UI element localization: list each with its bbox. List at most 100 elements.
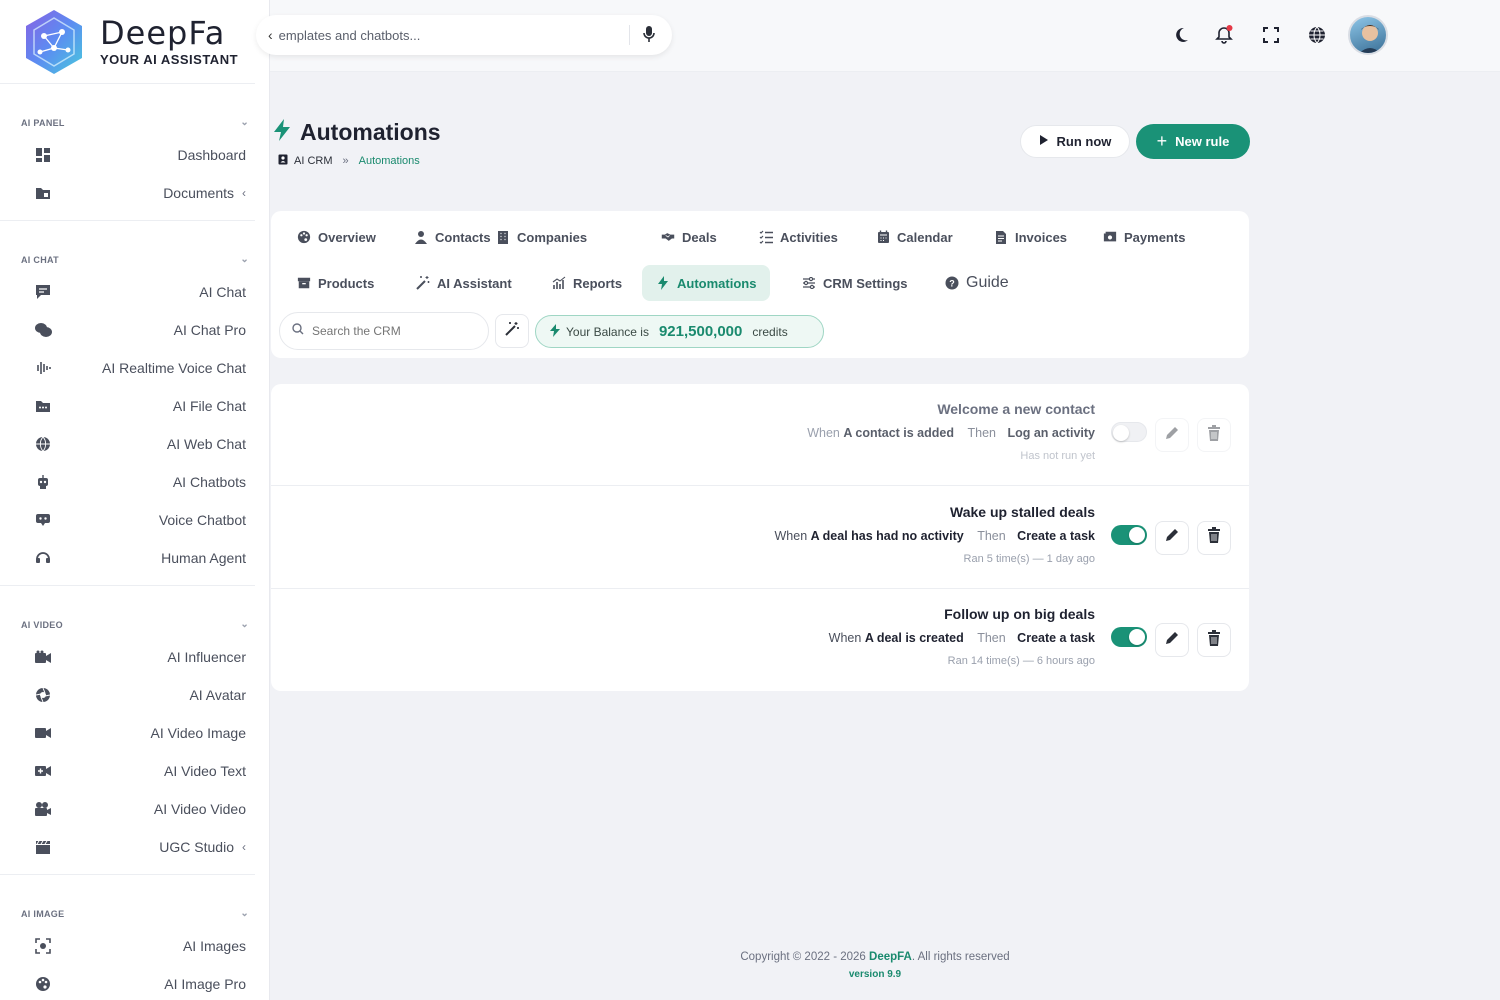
sidebar-section-header[interactable]: AI PANEL ⌄ [0,84,255,136]
sidebar-item-ai-chat-pro[interactable]: AI Chat Pro [0,311,255,349]
sidebar-item-ugc-studio[interactable]: UGC Studio ‹ [0,828,255,866]
trash-icon [1207,629,1221,651]
tab-overview[interactable]: Overview [283,219,390,255]
copyright-text: Copyright © 2022 - 2026 [740,951,866,963]
user-icon [414,230,428,244]
tab-companies[interactable]: Companies [482,219,601,255]
crm-search[interactable] [279,312,489,350]
invoice-icon [994,230,1008,244]
rule-enabled-toggle[interactable] [1111,422,1147,442]
sidebar-item-documents[interactable]: Documents ‹ [0,174,255,212]
edit-rule-button[interactable] [1155,418,1189,452]
new-rule-button[interactable]: + New rule [1136,124,1250,159]
sidebar-item-ai-video-video[interactable]: AI Video Video [0,790,255,828]
rule-action: Log an activity [1007,426,1095,440]
delete-rule-button[interactable] [1197,623,1231,657]
sidebar-item-ai-influencer[interactable]: AI Influencer [0,638,255,676]
sidebar-item-ai-video-text[interactable]: AI Video Text [0,752,255,790]
sidebar-item-ai-video-image[interactable]: AI Video Image [0,714,255,752]
rule-action: Create a task [1017,528,1095,543]
calendar-icon [876,230,890,244]
edit-rule-button[interactable] [1155,520,1189,555]
robot-icon [34,473,52,491]
edit-rule-button[interactable] [1155,623,1189,657]
crm-search-input[interactable] [312,324,472,338]
sidebar-item-ai-image-pro[interactable]: AI Image Pro [0,965,255,1000]
chart-icon [552,276,566,290]
tab-activities[interactable]: Activities [745,219,852,255]
sidebar-item-ai-chatbots[interactable]: AI Chatbots [0,463,255,501]
tab-crm-settings[interactable]: CRM Settings [788,265,922,301]
sidebar-section: AI CHAT ⌄ AI Chat AI Chat Pro AI Realtime Vo… [0,221,255,586]
fullscreen-icon[interactable] [1260,24,1282,46]
pencil-icon [1164,527,1180,548]
global-search[interactable]: ‹ [256,15,672,55]
bolt-icon [272,118,292,147]
globe-icon[interactable] [1306,24,1328,46]
sidebar-item-voice-chatbot[interactable]: Voice Chatbot [0,501,255,539]
tab-label: Companies [517,229,588,245]
breadcrumb-root[interactable]: AI CRM [294,155,333,167]
run-now-button[interactable]: Run now [1020,125,1130,158]
chevron-down-icon: ⌄ [240,117,249,128]
chevron-left-icon[interactable]: ‹ [268,27,273,43]
rule-trigger: A deal has had no activity [810,528,964,543]
footer: Copyright © 2022 - 2026 DeepFA. All righ… [620,951,1130,980]
pencil-icon [1164,630,1180,651]
new-rule-label: New rule [1175,134,1230,149]
automation-rule: Wake up stalled deals When A deal has ha… [271,487,1249,589]
rule-name: Welcome a new contact [937,401,1095,417]
delete-rule-button[interactable] [1197,418,1231,452]
tab-guide[interactable]: ? Guide [931,265,1023,301]
tab-calendar[interactable]: Calendar [862,219,967,255]
ai-magic-button[interactable] [495,314,529,348]
brain-logo-icon [18,6,90,78]
rule-enabled-toggle[interactable] [1111,524,1147,545]
rule-trigger: A deal is created [864,631,964,645]
global-search-input[interactable] [278,27,619,43]
toggle-knob [1129,526,1145,543]
tab-invoices[interactable]: Invoices [980,219,1081,255]
chevron-down-icon: ⌄ [240,254,249,265]
tab-ai-assistant[interactable]: AI Assistant [402,265,526,301]
sidebar-item-ai-realtime-voice-chat[interactable]: AI Realtime Voice Chat [0,349,255,387]
rule-enabled-toggle[interactable] [1111,627,1147,647]
clapperboard-icon [34,838,52,856]
sidebar-item-ai-file-chat[interactable]: AI File Chat [0,387,255,425]
tab-reports[interactable]: Reports [538,265,636,301]
sidebar-section-header[interactable]: AI CHAT ⌄ [0,221,255,273]
section-title: AI IMAGE [21,909,65,919]
palette-icon [34,975,52,993]
when-label: When [774,528,808,543]
divider [629,25,630,45]
rule-run-status: Has not run yet [1020,450,1095,462]
run-now-label: Run now [1056,134,1112,149]
brand-logo[interactable]: DeepFa YOUR AI ASSISTANT [0,0,255,84]
sidebar-item-label: Human Agent [161,550,246,566]
sidebar-item-label: AI Video Image [150,725,246,741]
sidebar-section-header[interactable]: AI VIDEO ⌄ [0,586,255,638]
sidebar-section-header[interactable]: AI IMAGE ⌄ [0,875,255,927]
breadcrumb-separator: » [342,155,349,167]
moon-icon[interactable] [1170,24,1192,46]
sidebar-item-ai-web-chat[interactable]: AI Web Chat [0,425,255,463]
tab-automations[interactable]: Automations [642,265,771,301]
tab-deals[interactable]: Deals [647,219,731,255]
topbar: ‹ [256,0,1500,72]
sidebar-item-ai-images[interactable]: AI Images [0,927,255,965]
footer-brand-link[interactable]: DeepFA [869,951,912,963]
image-scan-icon [34,937,52,955]
microphone-icon[interactable] [642,25,656,48]
sidebar-item-human-agent[interactable]: Human Agent [0,539,255,577]
tab-payments[interactable]: Payments [1089,219,1199,255]
sidebar-item-label: AI Web Chat [166,436,246,452]
tab-products[interactable]: Products [283,265,388,301]
box-icon [297,276,311,290]
sidebar-item-ai-chat[interactable]: AI Chat [0,273,255,311]
sidebar-item-dashboard[interactable]: Dashboard [0,136,255,174]
sidebar-item-ai-avatar[interactable]: AI Avatar [0,676,255,714]
magic-wand-icon [416,276,430,290]
user-avatar[interactable] [1348,15,1388,55]
bell-icon[interactable] [1213,24,1235,46]
delete-rule-button[interactable] [1197,520,1231,555]
